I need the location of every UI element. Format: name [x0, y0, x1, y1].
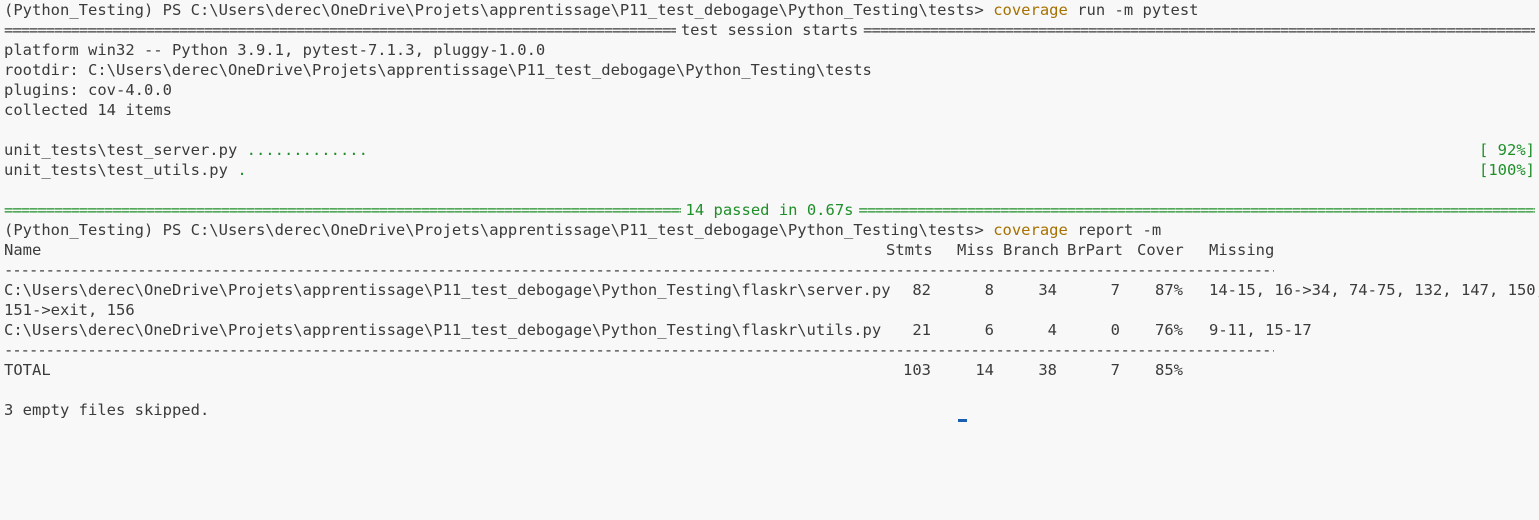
test-file: unit_tests\test_utils.py: [4, 161, 228, 179]
row-miss: 8: [984, 281, 994, 299]
row-stmts: 21: [912, 321, 931, 339]
report-row: C:\Users\derec\OneDrive\Projets\apprenti…: [4, 320, 1535, 340]
command-name: coverage: [993, 221, 1068, 239]
total-stmts: 103: [903, 361, 931, 379]
report-row: C:\Users\derec\OneDrive\Projets\apprenti…: [4, 280, 1539, 300]
row-cover: 76%: [1155, 321, 1183, 339]
test-percent: [ 92%]: [1479, 141, 1535, 159]
header-cover: Cover: [1137, 241, 1184, 259]
skipped-line: 3 empty files skipped.: [4, 401, 210, 419]
command-args: report -m: [1077, 221, 1162, 239]
report-divider: ----------------------------------------…: [4, 341, 1274, 359]
summary-separator: ========================================…: [4, 200, 1535, 220]
report-divider: ----------------------------------------…: [4, 261, 1274, 279]
total-brpart: 7: [1110, 361, 1120, 379]
test-dots: .............: [246, 141, 368, 159]
row-brpart: 7: [1110, 281, 1120, 299]
row-brpart: 0: [1110, 321, 1120, 339]
test-percent: [100%]: [1479, 161, 1535, 179]
command-name: coverage: [993, 1, 1068, 19]
row-branch: 4: [1047, 321, 1057, 339]
test-dots: .: [237, 161, 247, 179]
prompt-line-1: (Python_Testing) PS C:\Users\derec\OneDr…: [4, 0, 1535, 20]
prompt-path: (Python_Testing) PS C:\Users\derec\OneDr…: [4, 1, 984, 19]
row-missing: 14-15, 16->34, 74-75, 132, 147, 150,: [1209, 281, 1539, 299]
plugins-line: plugins: cov-4.0.0: [4, 81, 172, 99]
total-label: TOTAL: [4, 361, 51, 379]
terminal-output[interactable]: (Python_Testing) PS C:\Users\derec\OneDr…: [4, 0, 1539, 420]
header-branch: Branch: [1003, 241, 1059, 259]
test-file: unit_tests\test_server.py: [4, 141, 238, 159]
separator-rule: ========================================…: [863, 21, 1535, 39]
total-miss: 14: [975, 361, 994, 379]
collected-line: collected 14 items: [4, 101, 172, 119]
row-miss: 6: [984, 321, 994, 339]
prompt-line-2: (Python_Testing) PS C:\Users\derec\OneDr…: [4, 220, 1535, 240]
report-row-continuation: 151->exit, 156: [4, 301, 135, 319]
row-cover: 87%: [1155, 281, 1183, 299]
row-missing: 9-11, 15-17: [1209, 321, 1312, 339]
header-name: Name: [4, 241, 42, 259]
row-stmts: 82: [912, 281, 931, 299]
row-name: C:\Users\derec\OneDrive\Projets\apprenti…: [4, 321, 882, 339]
row-name: C:\Users\derec\OneDrive\Projets\apprenti…: [4, 281, 891, 299]
report-total-row: TOTAL 103 14 38 7 85%: [4, 360, 1535, 380]
session-header-title: test session starts: [680, 21, 859, 39]
total-cover: 85%: [1155, 361, 1183, 379]
header-stmts: Stmts: [886, 241, 933, 259]
row-branch: 34: [1038, 281, 1057, 299]
rootdir-line: rootdir: C:\Users\derec\OneDrive\Projets…: [4, 61, 872, 79]
separator-rule: ========================================…: [4, 201, 681, 219]
session-start-separator: ========================================…: [4, 20, 1535, 40]
platform-line: platform win32 -- Python 3.9.1, pytest-7…: [4, 41, 546, 59]
test-result-row: unit_tests\test_utils.py . [100%]: [4, 160, 1535, 180]
header-miss: Miss: [957, 241, 995, 259]
separator-rule: ========================================…: [4, 21, 676, 39]
separator-rule: ========================================…: [858, 201, 1536, 219]
header-missing: Missing: [1209, 241, 1275, 259]
test-summary: 14 passed in 0.67s: [685, 201, 854, 219]
header-brpart: BrPart: [1067, 241, 1123, 259]
total-branch: 38: [1038, 361, 1057, 379]
terminal-cursor: [958, 419, 967, 422]
test-result-row: unit_tests\test_server.py ............. […: [4, 140, 1535, 160]
command-args: run -m pytest: [1077, 1, 1199, 19]
prompt-path: (Python_Testing) PS C:\Users\derec\OneDr…: [4, 221, 984, 239]
report-header: Name Stmts Miss Branch BrPart Cover Miss…: [4, 240, 1535, 260]
